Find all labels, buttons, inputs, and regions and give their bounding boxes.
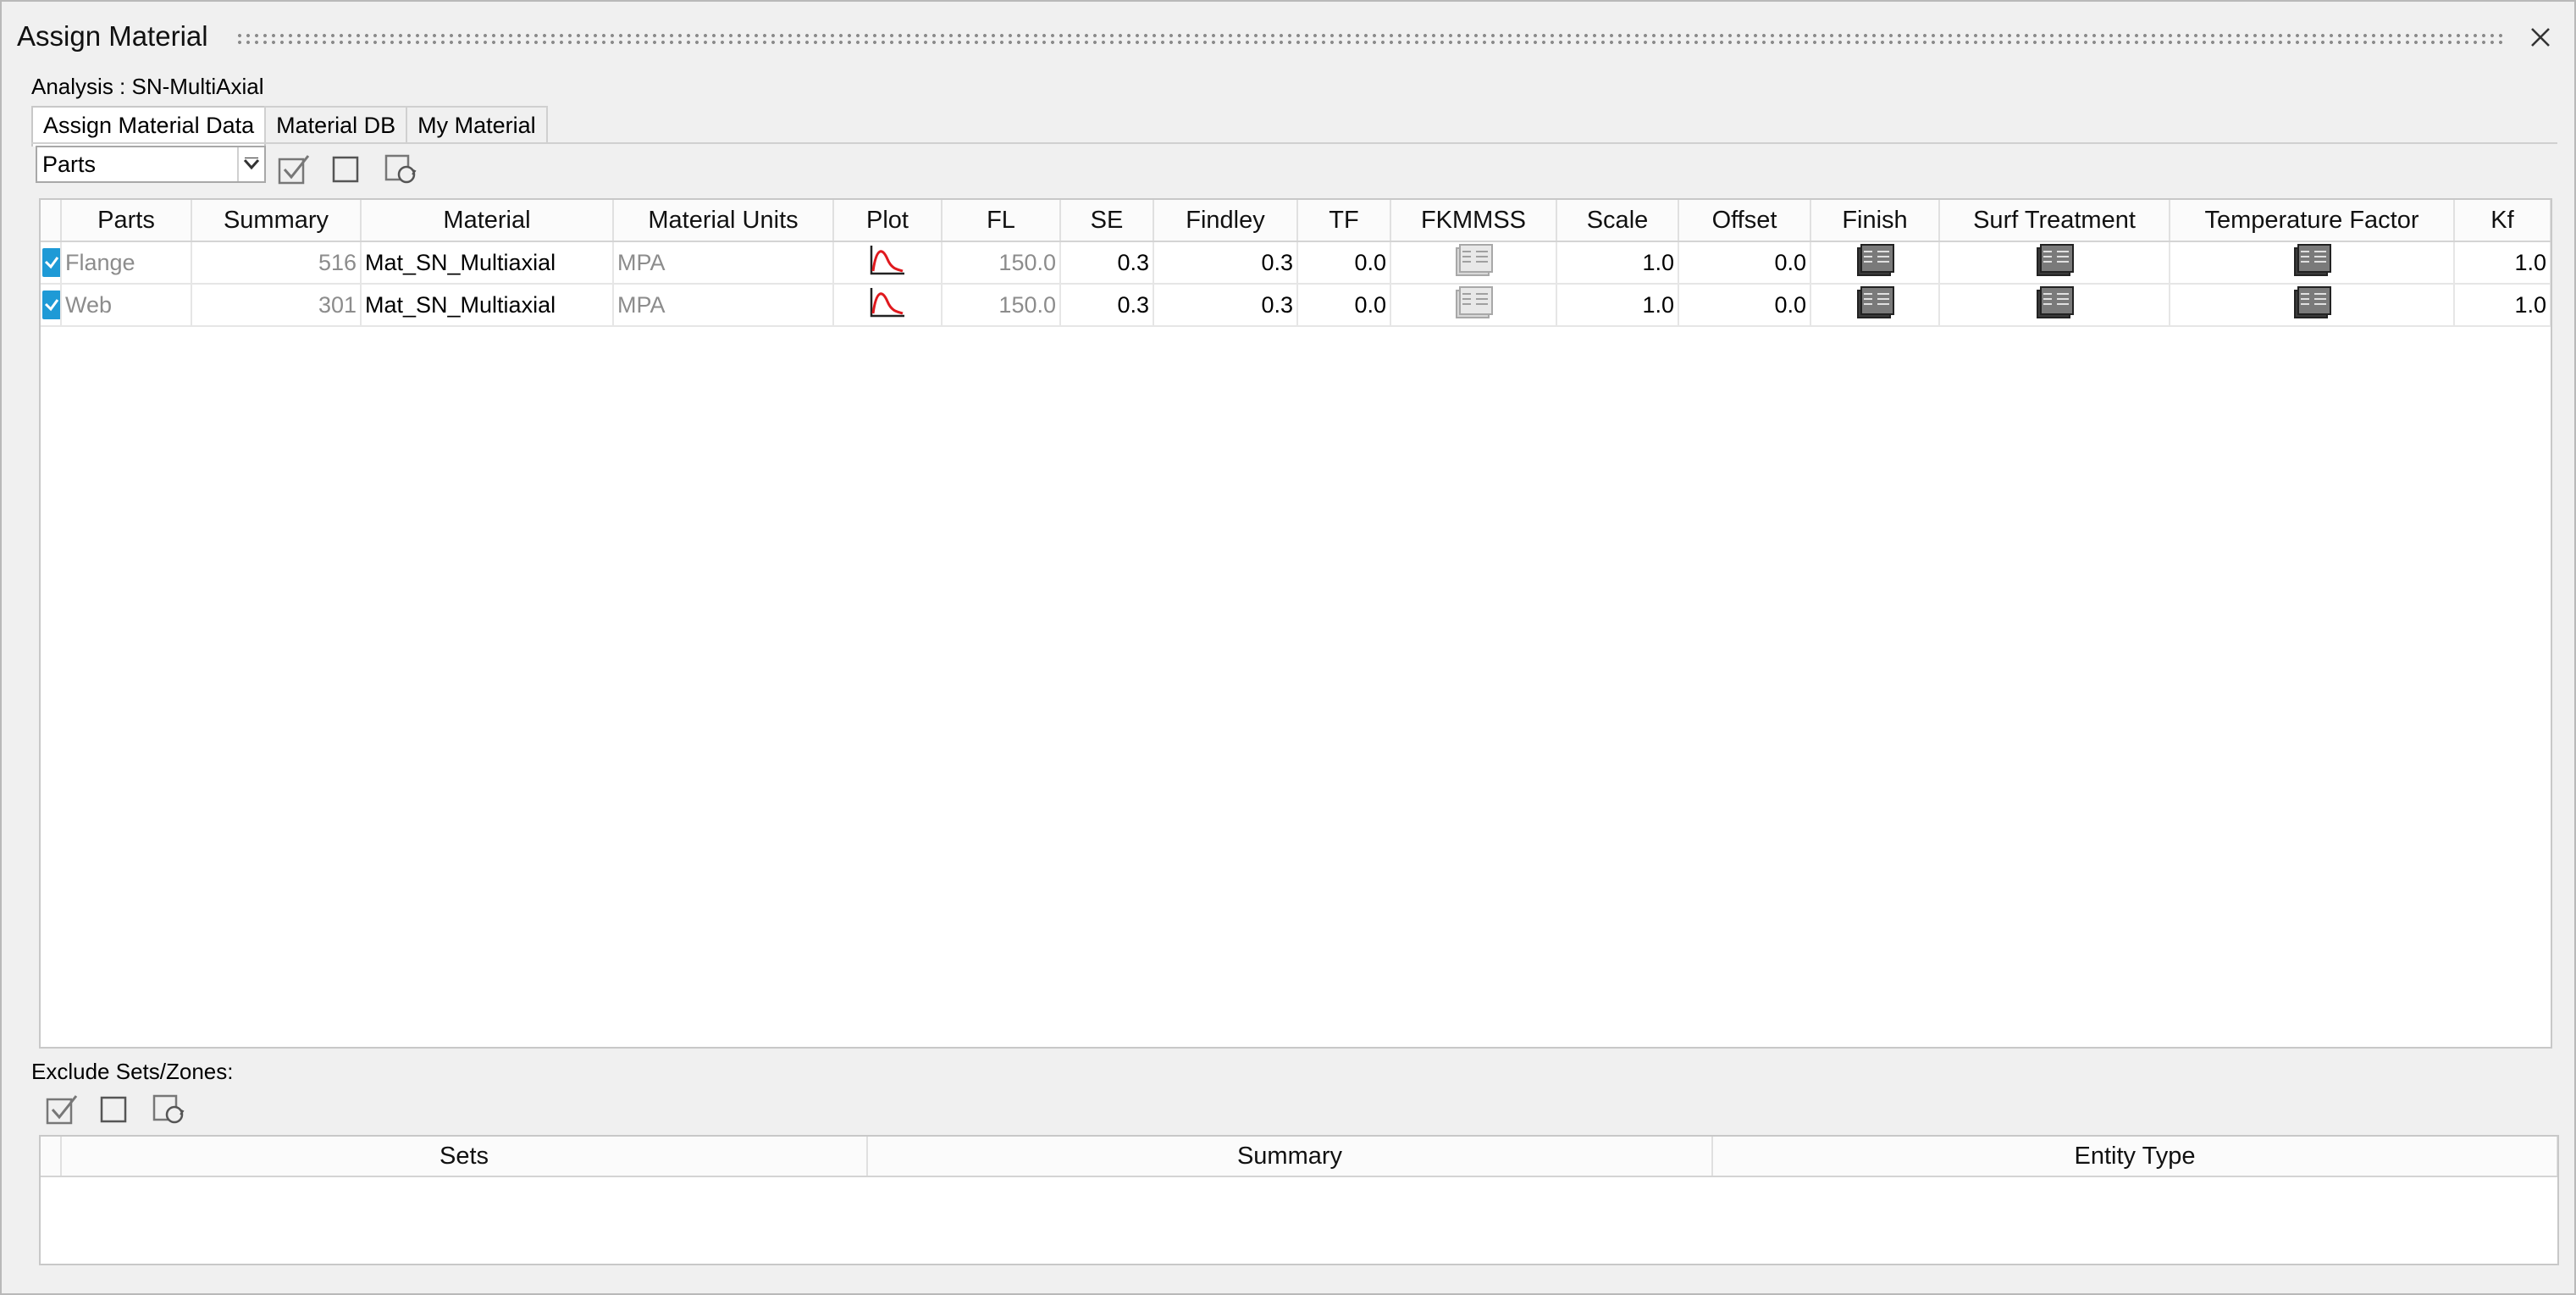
close-icon[interactable] — [2523, 20, 2557, 54]
table-row[interactable]: Flange 516 Mat_SN_Multiaxial MPA 150.0 0… — [41, 241, 2551, 285]
header-fl[interactable]: FL — [942, 200, 1061, 242]
header-kf[interactable]: Kf — [2454, 200, 2551, 242]
analysis-label: Analysis : SN-MultiAxial — [31, 74, 264, 99]
material-units[interactable]: MPA — [613, 284, 834, 327]
finish-table-icon[interactable] — [1855, 285, 1894, 325]
fl-value[interactable]: 150.0 — [942, 241, 1061, 285]
se-value[interactable]: 0.3 — [1060, 284, 1154, 327]
tab-my-material[interactable]: My Material — [406, 106, 548, 143]
exclude-sets-table[interactable]: Sets Summary Entity Type — [39, 1135, 2559, 1265]
dialog-title: Assign Material — [17, 20, 208, 52]
title-bar[interactable]: Assign Material — [2, 2, 2574, 78]
header-offset[interactable]: Offset — [1678, 200, 1811, 242]
summary-count: 516 — [191, 241, 362, 285]
header-summary[interactable]: Summary — [191, 200, 362, 242]
surf-treatment-cell — [1939, 241, 2170, 285]
finish-cell — [1810, 284, 1940, 327]
header-sets[interactable]: Sets — [61, 1137, 868, 1177]
row-checkbox-cell — [41, 284, 62, 327]
temperature-factor-table-icon[interactable] — [2292, 285, 2331, 325]
exclude-header-select[interactable] — [41, 1137, 62, 1177]
finish-table-icon[interactable] — [1855, 243, 1894, 283]
summary-count: 301 — [191, 284, 362, 327]
fkmmss-table-icon[interactable] — [1454, 243, 1493, 283]
scale-value[interactable]: 1.0 — [1556, 284, 1679, 327]
surf-treatment-table-icon[interactable] — [2035, 243, 2074, 283]
row-checkbox[interactable] — [42, 291, 59, 319]
sn-curve-plot-icon[interactable] — [869, 244, 906, 282]
temperature-factor-cell — [2170, 241, 2455, 285]
header-material[interactable]: Material — [361, 200, 614, 242]
chevron-down-icon[interactable] — [237, 147, 264, 181]
exclude-header-row: Sets Summary Entity Type — [41, 1137, 2557, 1177]
finish-cell — [1810, 241, 1940, 285]
header-se[interactable]: SE — [1060, 200, 1154, 242]
exclude-refresh-icon[interactable] — [151, 1091, 188, 1126]
tab-bar: Assign Material Data Material DB My Mate… — [31, 106, 548, 147]
uncheck-all-icon[interactable] — [327, 151, 364, 186]
plot-cell — [833, 241, 943, 285]
row-checkbox[interactable] — [42, 248, 59, 277]
exclude-check-all-icon[interactable] — [44, 1091, 81, 1126]
temperature-factor-table-icon[interactable] — [2292, 243, 2331, 283]
offset-value[interactable]: 0.0 — [1678, 284, 1811, 327]
entity-type-select[interactable]: Parts — [36, 146, 266, 183]
header-tf[interactable]: TF — [1297, 200, 1391, 242]
header-temperature-factor[interactable]: Temperature Factor — [2170, 200, 2455, 242]
material-units[interactable]: MPA — [613, 241, 834, 285]
row-checkbox-cell — [41, 241, 62, 285]
exclude-uncheck-all-icon[interactable] — [95, 1091, 132, 1126]
surf-treatment-cell — [1939, 284, 2170, 327]
se-value[interactable]: 0.3 — [1060, 241, 1154, 285]
surf-treatment-table-icon[interactable] — [2035, 285, 2074, 325]
material-name[interactable]: Mat_SN_Multiaxial — [361, 284, 614, 327]
check-all-icon[interactable] — [276, 151, 313, 186]
part-name[interactable]: Web — [61, 284, 192, 327]
fkmmss-cell — [1390, 284, 1557, 327]
header-summary[interactable]: Summary — [867, 1137, 1713, 1177]
header-finish[interactable]: Finish — [1810, 200, 1940, 242]
material-name[interactable]: Mat_SN_Multiaxial — [361, 241, 614, 285]
entity-type-value: Parts — [42, 152, 97, 177]
table-row[interactable]: Web 301 Mat_SN_Multiaxial MPA 150.0 0.3 … — [41, 284, 2551, 327]
tf-value[interactable]: 0.0 — [1297, 284, 1391, 327]
assign-material-dialog: Assign Material Analysis : SN-MultiAxial… — [0, 0, 2576, 1295]
kf-value[interactable]: 1.0 — [2454, 284, 2551, 327]
header-plot[interactable]: Plot — [833, 200, 943, 242]
fkmmss-table-icon[interactable] — [1454, 285, 1493, 325]
header-findley[interactable]: Findley — [1153, 200, 1298, 242]
materials-table[interactable]: Parts Summary Material Material Units Pl… — [39, 198, 2552, 1049]
header-select[interactable] — [41, 200, 62, 242]
temperature-factor-cell — [2170, 284, 2455, 327]
sn-curve-plot-icon[interactable] — [869, 286, 906, 324]
fkmmss-cell — [1390, 241, 1557, 285]
header-material-units[interactable]: Material Units — [613, 200, 834, 242]
tf-value[interactable]: 0.0 — [1297, 241, 1391, 285]
header-scale[interactable]: Scale — [1556, 200, 1679, 242]
drag-grip[interactable] — [235, 32, 2503, 46]
table-header-row: Parts Summary Material Material Units Pl… — [41, 200, 2551, 242]
findley-value[interactable]: 0.3 — [1153, 241, 1298, 285]
offset-value[interactable]: 0.0 — [1678, 241, 1811, 285]
kf-value[interactable]: 1.0 — [2454, 241, 2551, 285]
scale-value[interactable]: 1.0 — [1556, 241, 1679, 285]
tab-assign-material-data[interactable]: Assign Material Data — [31, 106, 267, 147]
header-entity-type[interactable]: Entity Type — [1712, 1137, 2557, 1177]
header-surf-treatment[interactable]: Surf Treatment — [1939, 200, 2170, 242]
header-parts[interactable]: Parts — [61, 200, 192, 242]
part-name[interactable]: Flange — [61, 241, 192, 285]
tab-material-db[interactable]: Material DB — [264, 106, 408, 143]
exclude-sets-label: Exclude Sets/Zones: — [31, 1059, 234, 1084]
tab-divider — [31, 142, 2557, 144]
fl-value[interactable]: 150.0 — [942, 284, 1061, 327]
header-fkmmss[interactable]: FKMMSS — [1390, 200, 1557, 242]
plot-cell — [833, 284, 943, 327]
findley-value[interactable]: 0.3 — [1153, 284, 1298, 327]
refresh-icon[interactable] — [383, 151, 420, 186]
